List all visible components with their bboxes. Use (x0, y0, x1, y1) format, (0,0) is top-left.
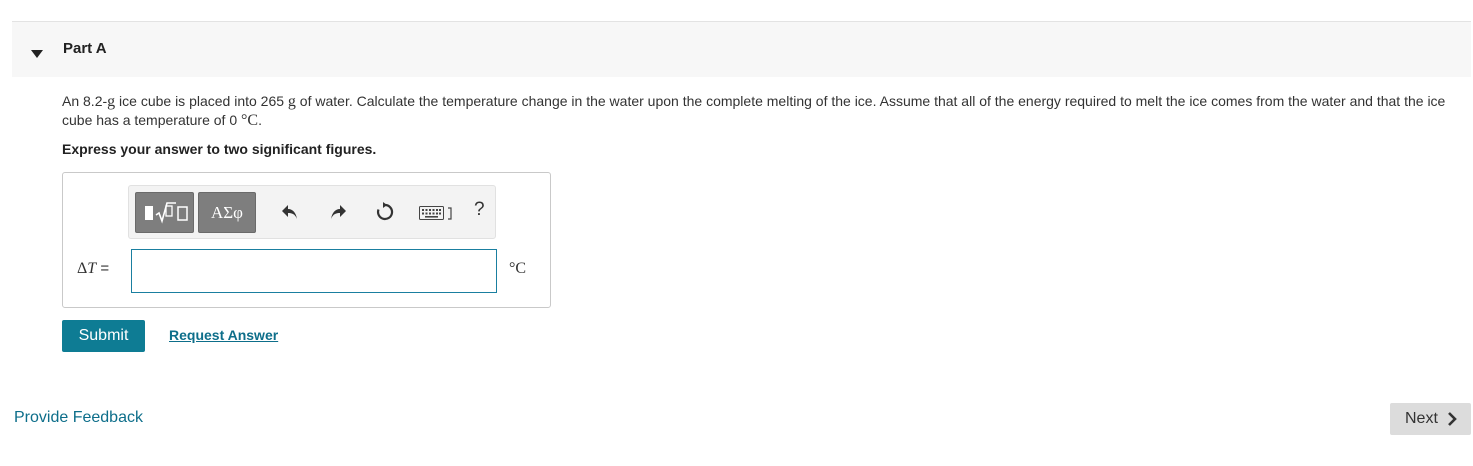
answer-box: ΑΣφ ? ΔT = °C (62, 172, 551, 308)
next-button[interactable]: Next (1390, 403, 1471, 435)
templates-icon (145, 202, 188, 224)
reset-icon[interactable] (374, 201, 396, 228)
delta-t-label: ΔT = (77, 260, 110, 277)
provide-feedback-link[interactable]: Provide Feedback (14, 409, 143, 427)
greek-symbols-button[interactable]: ΑΣφ (198, 192, 256, 233)
submit-button[interactable]: Submit (62, 320, 145, 352)
next-label: Next (1405, 410, 1438, 427)
chevron-right-icon (1448, 412, 1457, 426)
undo-icon[interactable] (281, 203, 299, 226)
request-answer-link[interactable]: Request Answer (169, 327, 278, 343)
redo-icon[interactable] (329, 203, 347, 226)
math-toolbar: ΑΣφ ? (128, 185, 496, 239)
answer-input[interactable] (131, 249, 497, 293)
part-a-header[interactable]: Part A (12, 22, 1471, 77)
help-button[interactable]: ? (474, 199, 485, 221)
unit-label: °C (509, 260, 527, 277)
keyboard-icon[interactable] (419, 205, 455, 226)
part-title: Part A (63, 40, 107, 57)
templates-button[interactable] (135, 192, 194, 233)
question-text: An 8.2-g ice cube is placed into 265 g o… (62, 93, 1446, 129)
answer-instruction: Express your answer to two significant f… (62, 141, 377, 157)
caret-down-icon[interactable] (31, 45, 43, 63)
